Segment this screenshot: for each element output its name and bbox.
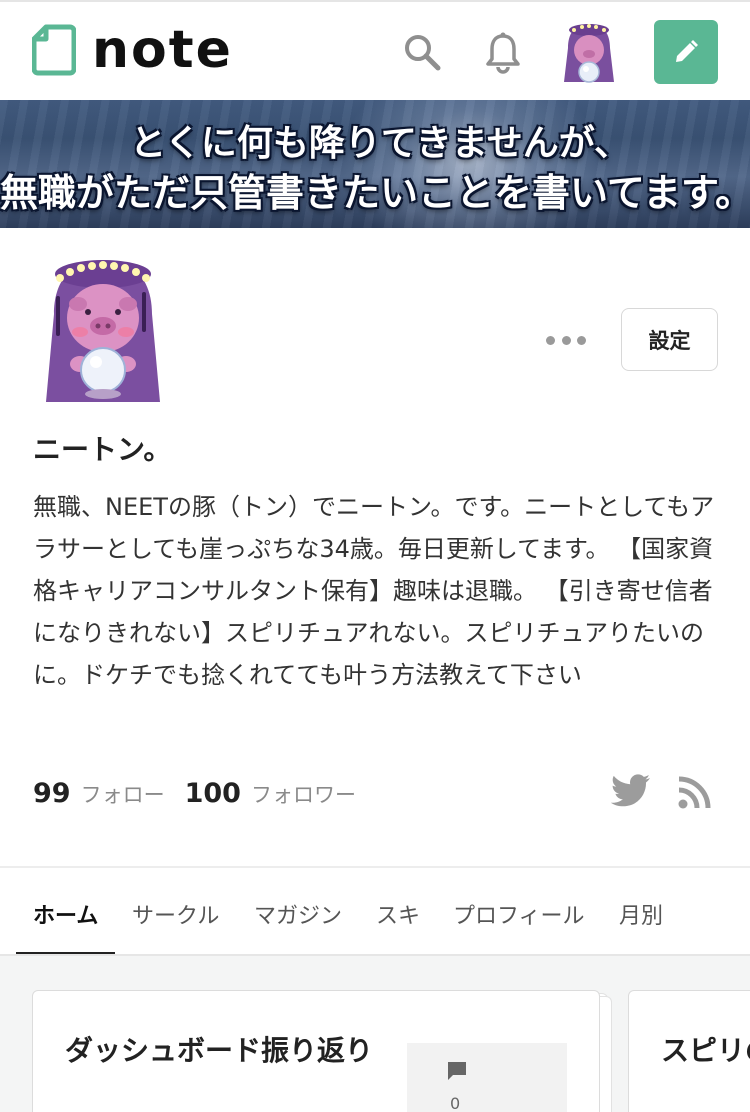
following-label[interactable]: フォロー — [81, 779, 165, 809]
profile-avatar[interactable] — [40, 252, 166, 408]
tab-likes[interactable]: スキ — [376, 898, 420, 930]
following-count[interactable]: 99 — [33, 778, 71, 809]
rss-icon[interactable] — [677, 776, 711, 814]
logo-text: note — [92, 20, 233, 80]
pencil-icon — [676, 40, 698, 62]
note-card[interactable]: スピリの引き — [628, 990, 750, 1112]
card-title[interactable]: ダッシュボード振り返り — [65, 1029, 375, 1073]
tab-profile[interactable]: プロフィール — [453, 898, 585, 930]
tab-home[interactable]: ホーム — [33, 898, 98, 930]
twitter-icon[interactable] — [610, 774, 651, 812]
profile-banner: とくに何も降りてきませんが、 無職がただ只管書きたいことを書いてます。 — [0, 100, 750, 228]
dot — [546, 335, 555, 345]
dot — [561, 335, 571, 345]
followers-label[interactable]: フォロワー — [251, 779, 356, 809]
comment-count: 0 — [450, 1094, 461, 1112]
banner-text-line2: 無職がただ只管書きたいことを書いてます。 — [0, 171, 750, 215]
comment-icon — [446, 1060, 468, 1086]
note-card[interactable]: ダッシュボード振り返り — [32, 990, 600, 1112]
bell-icon[interactable] — [484, 32, 522, 78]
card-thumbnail — [407, 1043, 567, 1112]
search-icon[interactable] — [402, 32, 442, 76]
profile-bio: 無職、NEETの豚（トン）でニートン。です。ニートとしてもアラサーとしても崖っぷ… — [33, 493, 715, 689]
note-logo-icon — [32, 24, 76, 76]
followers-count[interactable]: 100 — [185, 778, 241, 809]
profile-name: ニートン。 — [33, 433, 172, 466]
tab-monthly[interactable]: 月別 — [619, 898, 663, 930]
user-avatar[interactable] — [562, 20, 616, 86]
content-area: ダッシュボード振り返り 0 スピリの引き — [0, 956, 750, 1112]
settings-button[interactable]: 設定 — [621, 308, 718, 371]
banner-text-line1: とくに何も降りてきませんが、 — [129, 123, 631, 164]
write-post-button[interactable] — [654, 20, 718, 84]
follow-stats: 99 フォロー 100 フォロワー — [33, 778, 376, 809]
note-logo[interactable]: note — [32, 24, 233, 76]
profile-tabs: ホーム サークル マガジン スキ プロフィール 月別 — [0, 868, 750, 956]
dot — [577, 335, 586, 345]
card-title[interactable]: スピリの引き — [661, 1029, 750, 1073]
tab-magazine[interactable]: マガジン — [254, 898, 342, 930]
top-header: note — [0, 0, 750, 100]
tab-circle[interactable]: サークル — [132, 898, 219, 930]
more-options-button[interactable] — [546, 330, 586, 350]
